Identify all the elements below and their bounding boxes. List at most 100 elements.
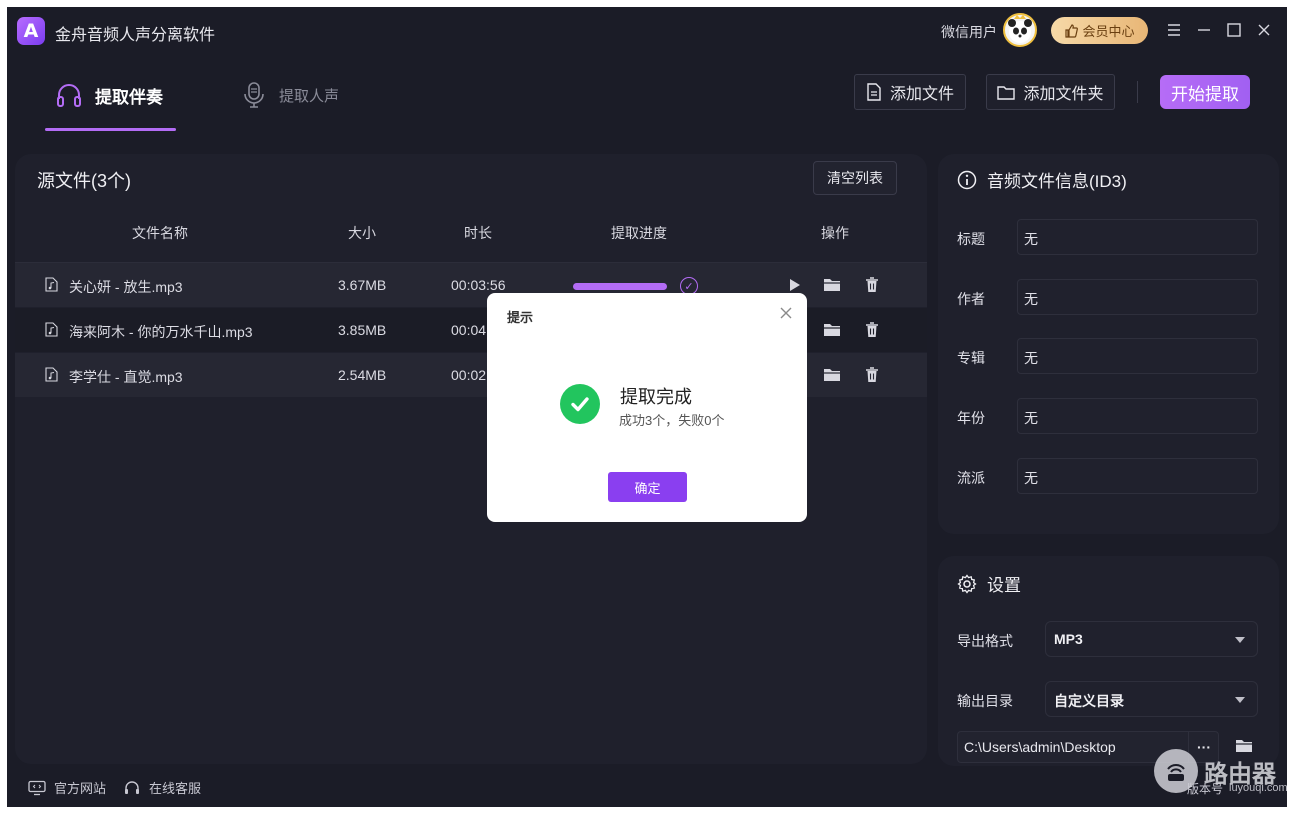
success-check-icon [560,384,600,424]
audio-file-icon [45,322,58,337]
online-support-label: 在线客服 [149,781,202,796]
dialog-summary: 成功3个，失败0个 [619,413,725,428]
id3-genre-field[interactable]: 无 [1017,458,1258,494]
gear-icon [957,573,977,594]
file-name: 海来阿木 - 你的万水千山.mp3 [69,324,253,340]
settings-title-label: 设置 [987,576,1021,595]
column-header-duration: 时长 [464,225,492,241]
export-format-value: MP3 [1054,631,1083,647]
close-icon [1258,24,1270,36]
close-icon[interactable] [778,305,794,321]
maximize-icon [1227,23,1241,37]
id3-label-year: 年份 [957,410,985,426]
close-window-button[interactable] [1253,19,1275,41]
confirm-button[interactable]: 确定 [608,472,687,502]
headset-icon [125,780,139,794]
settings-title: 设置 [957,571,1021,596]
output-dir-label: 输出目录 [957,693,1013,709]
monitor-icon [28,780,46,795]
menu-button[interactable] [1163,19,1185,41]
id3-title-field[interactable]: 无 [1017,219,1258,255]
menu-icon [1168,24,1180,36]
app-window: A 金舟音频人声分离软件 微信用户 会员中心 提取伴奏 提取人声 添加文件 添加… [7,7,1287,807]
table-header: 文件名称 大小 时长 提取进度 操作 [15,217,927,261]
headphones-icon [57,84,81,107]
file-name: 关心妍 - 放生.mp3 [69,279,183,295]
id3-artist-field[interactable]: 无 [1017,279,1258,315]
file-size: 2.54MB [338,367,387,383]
dialog-message: 提取完成 [620,387,692,407]
vip-center-button[interactable]: 会员中心 [1051,17,1148,44]
trash-icon[interactable] [863,276,881,294]
id3-title-label: 音频文件信息(ID3) [987,172,1127,191]
online-support-link[interactable]: 在线客服 [123,778,201,797]
open-folder-icon[interactable] [823,321,841,339]
official-website-label: 官方网站 [54,781,107,796]
export-format-label: 导出格式 [957,633,1013,649]
completion-dialog: 提示 提取完成 成功3个，失败0个 确定 [487,293,807,522]
trash-icon[interactable] [863,321,881,339]
add-file-button[interactable]: 添加文件 [854,74,966,110]
file-size: 3.67MB [338,277,387,293]
file-duration: 00:02 [451,367,487,383]
output-dir-select[interactable]: 自定义目录 [1045,681,1258,717]
vip-center-label: 会员中心 [1082,24,1135,39]
tab-extract-vocals[interactable]: 提取人声 [241,75,339,115]
add-folder-label: 添加文件夹 [1023,86,1104,103]
play-icon[interactable] [785,276,803,294]
add-file-label: 添加文件 [889,86,954,103]
export-format-select[interactable]: MP3 [1045,621,1258,657]
output-dir-value: 自定义目录 [1054,693,1124,709]
id3-label-genre: 流派 [957,470,985,486]
trash-icon[interactable] [863,366,881,384]
file-list-title: 源文件(3个) [37,171,131,191]
progress-bar [573,283,667,290]
column-header-actions: 操作 [821,225,849,241]
id3-year-field[interactable]: 无 [1017,398,1258,434]
microphone-icon [244,82,264,108]
id3-label-artist: 作者 [957,291,985,307]
official-website-link[interactable]: 官方网站 [28,778,106,797]
tab-extract-accompaniment[interactable]: 提取伴奏 [55,75,163,115]
title-bar: A 金舟音频人声分离软件 微信用户 会员中心 [7,7,1287,55]
avatar[interactable] [1003,13,1037,47]
panda-avatar-icon [1008,15,1032,43]
tab-label: 提取伴奏 [95,87,163,107]
id3-info-title: 音频文件信息(ID3) [957,167,1127,192]
minimize-button[interactable] [1193,19,1215,41]
open-folder-icon[interactable] [823,366,841,384]
column-header-name: 文件名称 [132,225,188,241]
file-icon [867,83,881,101]
column-header-progress: 提取进度 [611,225,667,241]
id3-label-album: 专辑 [957,350,985,366]
user-name[interactable]: 微信用户 [941,22,997,42]
dialog-title: 提示 [507,310,534,325]
minimize-icon [1198,29,1210,31]
audio-file-icon [45,277,58,292]
clear-list-button[interactable]: 清空列表 [813,161,897,195]
app-title: 金舟音频人声分离软件 [55,27,216,44]
folder-icon [997,86,1016,100]
router-logo-icon [1154,749,1198,793]
app-logo-icon: A [17,17,45,45]
active-tab-indicator [45,128,176,131]
file-name: 李学仕 - 直觉.mp3 [69,369,183,385]
maximize-button[interactable] [1223,19,1245,41]
open-folder-icon[interactable] [823,276,841,294]
thumb-up-icon [1065,23,1079,38]
chevron-down-icon [1235,637,1245,643]
file-duration: 00:04 [451,322,487,338]
tab-label: 提取人声 [279,87,340,105]
column-header-size: 大小 [348,225,376,241]
watermark-sub: luyouqi.com [1229,782,1287,794]
id3-album-field[interactable]: 无 [1017,338,1258,374]
info-icon [957,170,977,189]
file-duration: 00:03:56 [451,277,506,293]
add-folder-button[interactable]: 添加文件夹 [986,74,1115,110]
file-size: 3.85MB [338,322,387,338]
start-extract-button[interactable]: 开始提取 [1160,75,1250,109]
audio-file-icon [45,367,58,382]
id3-label-title: 标题 [957,231,985,247]
chevron-down-icon [1235,697,1245,703]
toolbar-divider [1137,81,1138,103]
